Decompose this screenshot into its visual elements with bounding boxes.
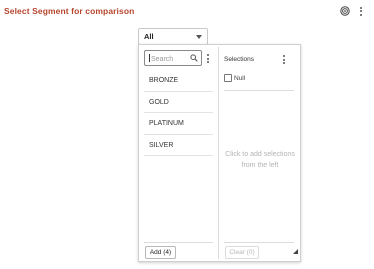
list-item-bronze[interactable]: BRONZE (144, 70, 213, 92)
null-label: Null (234, 74, 246, 82)
more-vertical-icon[interactable] (356, 5, 366, 17)
search-input[interactable]: Search (144, 50, 202, 66)
selections-pane: Selections Null Click to add selections … (219, 45, 301, 261)
search-placeholder: Search (151, 56, 174, 63)
target-icon[interactable] (340, 5, 350, 17)
available-values-pane: Search BRONZE GOLD PLATINUM SILVER Add (… (139, 45, 218, 261)
search-icon[interactable] (190, 54, 198, 64)
header-actions (340, 5, 366, 17)
null-option[interactable]: Null (224, 74, 245, 82)
list-item-gold[interactable]: GOLD (144, 92, 213, 113)
clear-button[interactable]: Clear (0) (225, 246, 259, 259)
list-item-silver[interactable]: SILVER (144, 135, 213, 156)
null-checkbox[interactable] (224, 74, 232, 82)
left-pane-divider (144, 242, 213, 243)
selections-divider-top (224, 90, 294, 91)
resize-handle-icon[interactable] (293, 241, 298, 259)
selections-menu-icon[interactable] (283, 55, 285, 64)
kebab-dots (360, 6, 362, 16)
segment-select-value: All (144, 32, 154, 41)
text-cursor (149, 54, 150, 62)
values-list: BRONZE GOLD PLATINUM SILVER (144, 70, 213, 156)
left-pane-menu-icon[interactable] (207, 54, 209, 63)
segment-selector-page: Select Segment for comparison All Search (0, 0, 374, 269)
selections-divider-bottom (224, 242, 294, 243)
chevron-down-icon (196, 35, 202, 39)
page-title: Select Segment for comparison (4, 6, 135, 16)
empty-selections-hint: Click to add selections from the left (225, 151, 295, 169)
selections-title: Selections (224, 56, 254, 63)
add-button[interactable]: Add (4) (145, 246, 176, 259)
segment-select[interactable]: All (138, 28, 208, 45)
segment-dropdown-panel: Search BRONZE GOLD PLATINUM SILVER Add (… (138, 44, 301, 262)
list-item-platinum[interactable]: PLATINUM (144, 113, 213, 135)
